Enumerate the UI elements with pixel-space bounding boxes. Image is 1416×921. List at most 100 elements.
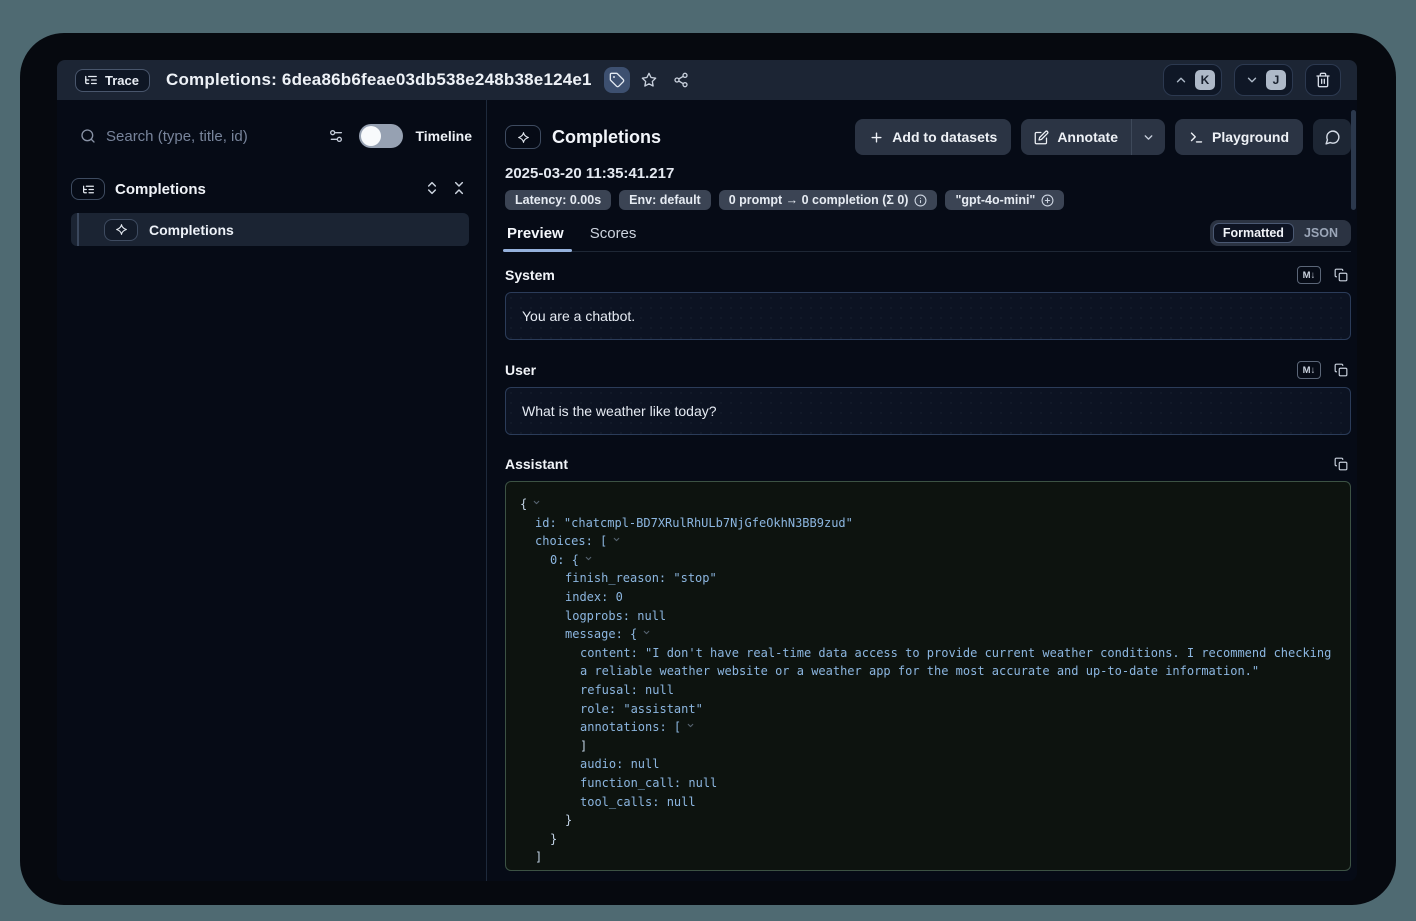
collapse-caret[interactable] — [584, 551, 593, 570]
copy-icon — [1334, 268, 1348, 282]
tag-button[interactable] — [604, 67, 630, 93]
environment-badge: Env: default — [619, 190, 711, 210]
code-line: content: "I don't have real-time data ac… — [506, 644, 1338, 681]
terminal-icon — [1189, 130, 1204, 145]
delete-trace-button[interactable] — [1305, 64, 1341, 96]
share-button[interactable] — [668, 67, 694, 93]
copy-button[interactable] — [1331, 454, 1351, 474]
active-tab-underline — [503, 249, 572, 252]
assistant-json-output: {id: "chatcmpl-BD7XRulRhULb7NjGfeOkhN3BB… — [506, 495, 1338, 871]
model-badge[interactable]: "gpt-4o-mini" — [945, 190, 1064, 210]
assistant-section-header: Assistant — [505, 454, 1351, 474]
trace-header-bar: Trace Completions: 6dea86b6feae03db538e2… — [57, 60, 1357, 100]
format-formatted-option[interactable]: Formatted — [1213, 223, 1294, 243]
trace-node-badge — [71, 178, 105, 200]
next-trace-button[interactable]: J — [1234, 64, 1293, 96]
assistant-code-viewer[interactable]: {id: "chatcmpl-BD7XRulRhULb7NjGfeOkhN3BB… — [505, 481, 1351, 871]
token-usage-badge[interactable]: 0 prompt → 0 completion (Σ 0) — [719, 190, 938, 210]
format-json-option[interactable]: JSON — [1294, 223, 1348, 243]
metadata-badges: Latency: 0.00s Env: default 0 prompt → 0… — [505, 190, 1351, 210]
bookmark-star-button[interactable] — [636, 67, 662, 93]
keyboard-key-k: K — [1195, 70, 1215, 90]
tab-preview[interactable]: Preview — [505, 225, 566, 251]
code-line: message: { — [506, 625, 1338, 644]
trash-icon — [1315, 72, 1331, 88]
generation-badge — [505, 125, 541, 149]
timeline-toggle[interactable] — [359, 124, 403, 148]
tree-item-completions-selected[interactable]: Completions — [71, 213, 469, 246]
trace-tree-sidebar: Timeline Completions — [57, 100, 487, 881]
code-line: tool_calls: null — [506, 793, 1338, 812]
app-body: Timeline Completions — [57, 100, 1357, 881]
share-icon — [673, 72, 689, 88]
search-row: Timeline — [80, 120, 472, 152]
markdown-toggle-button[interactable]: M↓ — [1297, 361, 1321, 379]
chevrons-down-up-icon — [451, 180, 467, 196]
tree-root-label: Completions — [115, 181, 206, 198]
generation-node-badge — [104, 219, 138, 241]
trace-badge-label: Trace — [105, 73, 139, 88]
tree-guide-line — [77, 213, 79, 246]
code-line: { — [506, 495, 1338, 514]
code-line: logprobs: null — [506, 607, 1338, 626]
copy-button[interactable] — [1331, 360, 1351, 380]
annotate-button[interactable]: Annotate — [1021, 119, 1131, 155]
tabs-bar: Preview Scores Formatted JSON — [505, 220, 1351, 252]
annotate-label: Annotate — [1057, 129, 1118, 145]
chevron-down-icon — [1245, 73, 1259, 87]
keyboard-key-j: J — [1266, 70, 1286, 90]
scrollbar-thumb[interactable] — [1351, 110, 1356, 210]
code-line: } — [506, 811, 1338, 830]
chevrons-up-down-icon — [424, 180, 440, 196]
chevron-down-icon — [1142, 131, 1155, 144]
observation-header: Completions Add to datasets Annotate — [505, 119, 1351, 155]
tree-child-label: Completions — [149, 222, 234, 238]
user-section-header: User M↓ — [505, 360, 1351, 380]
add-to-datasets-button[interactable]: Add to datasets — [855, 119, 1011, 155]
tab-scores[interactable]: Scores — [588, 225, 639, 251]
chevron-up-icon — [1174, 73, 1188, 87]
user-message-box: What is the weather like today? — [505, 387, 1351, 435]
trace-type-badge: Trace — [75, 69, 150, 92]
prev-trace-button[interactable]: K — [1163, 64, 1222, 96]
search-input[interactable] — [106, 128, 315, 145]
view-settings-button[interactable] — [325, 125, 347, 147]
playground-button[interactable]: Playground — [1175, 119, 1303, 155]
timeline-toggle-label: Timeline — [415, 128, 472, 144]
sparkle-icon — [517, 131, 530, 144]
collapse-caret[interactable] — [532, 495, 541, 514]
collapse-caret[interactable] — [686, 718, 695, 737]
markdown-toggle-button[interactable]: M↓ — [1297, 266, 1321, 284]
info-icon — [914, 194, 927, 207]
tag-icon — [609, 72, 625, 88]
code-line: index: 0 — [506, 588, 1338, 607]
code-line: choices: [ — [506, 532, 1338, 551]
code-line: annotations: [ — [506, 718, 1338, 737]
comment-bubble-icon — [1324, 129, 1341, 146]
latency-badge: Latency: 0.00s — [505, 190, 611, 210]
code-line: finish_reason: "stop" — [506, 569, 1338, 588]
collapse-caret[interactable] — [612, 532, 621, 551]
collapse-all-button[interactable] — [451, 180, 469, 198]
user-label: User — [505, 362, 536, 378]
code-line: id: "chatcmpl-BD7XRulRhULb7NjGfeOkhN3BB9… — [506, 514, 1338, 533]
observation-title: Completions — [552, 127, 661, 148]
add-to-datasets-label: Add to datasets — [892, 129, 997, 145]
copy-button[interactable] — [1331, 265, 1351, 285]
tree-root-row[interactable]: Completions — [71, 174, 469, 204]
annotate-split-button: Annotate — [1021, 119, 1165, 155]
sliders-icon — [328, 128, 344, 144]
system-label: System — [505, 267, 555, 283]
expand-all-button[interactable] — [424, 180, 442, 198]
star-icon — [641, 72, 657, 88]
observation-detail-panel: Completions Add to datasets Annotate — [487, 100, 1357, 881]
code-line: refusal: null — [506, 681, 1338, 700]
code-line: created: 1742470541 — [506, 867, 1338, 871]
copy-icon — [1334, 457, 1348, 471]
collapse-caret[interactable] — [642, 625, 651, 644]
app-window: Trace Completions: 6dea86b6feae03db538e2… — [20, 33, 1396, 905]
code-line: role: "assistant" — [506, 700, 1338, 719]
comments-button[interactable] — [1313, 119, 1351, 155]
annotate-dropdown-button[interactable] — [1131, 119, 1165, 155]
edit-icon — [1034, 130, 1049, 145]
